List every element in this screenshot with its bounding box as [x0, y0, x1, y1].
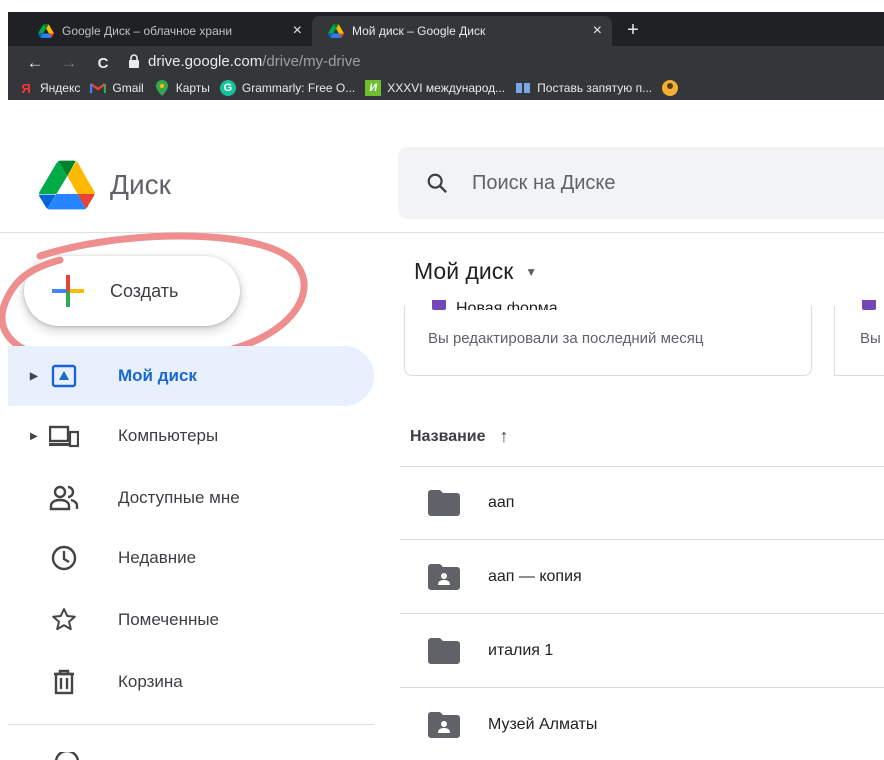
bookmark-label: Grammarly: Free O... [241, 81, 356, 95]
column-header-label: Название [410, 427, 486, 445]
bookmark-conference[interactable]: И XXXVI международ... [365, 80, 505, 96]
file-name: аап — копия [488, 568, 582, 585]
avatar-icon [662, 80, 679, 96]
bookmark-label: XXXVI международ... [387, 81, 506, 95]
expand-caret-icon[interactable]: ▶ [30, 371, 38, 382]
my-drive-icon [48, 360, 80, 392]
page-title-dropdown[interactable]: Мой диск ▼ [414, 258, 537, 285]
letter-i-icon: И [365, 80, 382, 96]
trash-icon [48, 666, 80, 698]
bookmark-label: Карты [175, 81, 210, 95]
cloud-storage-icon [55, 752, 79, 760]
shared-folder-icon [428, 564, 460, 590]
new-tab-button[interactable]: + [620, 16, 646, 44]
sidebar-item-computers[interactable]: ▶ Компьютеры [8, 406, 374, 466]
drive-favicon-icon [38, 24, 54, 38]
forward-arrow-icon[interactable]: → [56, 50, 82, 76]
reload-icon[interactable]: C [90, 50, 116, 76]
search-icon[interactable] [426, 172, 448, 194]
tab-close-icon[interactable]: × [593, 22, 602, 40]
sidebar-item-starred[interactable]: Помеченные [8, 590, 374, 650]
sort-arrow-icon[interactable]: ↑ [500, 426, 509, 447]
bookmark-label: Поставь запятую п... [537, 81, 653, 95]
name-column-header[interactable]: Название ↑ [410, 426, 509, 447]
bookmarks-bar: Я Яндекс Gmail Карты G Grammarly: Free O..… [8, 76, 884, 100]
file-name: Музей Алматы [488, 716, 598, 733]
maps-icon [154, 80, 170, 96]
tab-title: Мой диск – Google Диск [352, 24, 486, 38]
bookmark-yandex[interactable]: Я Яндекс [18, 80, 80, 96]
gmail-icon [90, 80, 107, 96]
create-button[interactable]: Создать [24, 256, 240, 326]
file-name: аап [488, 494, 515, 511]
sidebar-label: Корзина [118, 672, 183, 691]
create-label: Создать [110, 280, 179, 301]
drive-logo-icon [39, 160, 95, 210]
sidebar-item-recent[interactable]: Недавние [8, 528, 374, 588]
sidebar-item-my-drive[interactable]: ▶ Мой диск [8, 346, 374, 406]
header-divider [0, 232, 884, 233]
screen: Google Диск – облачное храни × Мой диск … [0, 0, 884, 760]
dropdown-arrow-icon: ▼ [525, 264, 538, 279]
tab-strip: Google Диск – облачное храни × Мой диск … [8, 12, 884, 46]
search-box[interactable]: Поиск на Диске [398, 147, 884, 219]
sidebar-item-shared[interactable]: Доступные мне [8, 468, 374, 528]
bookmark-maps[interactable]: Карты [154, 80, 210, 96]
shared-folder-icon [428, 712, 460, 738]
bookmark-zapyataya[interactable]: Поставь запятую п... [515, 80, 652, 96]
tab-my-drive[interactable]: Мой диск – Google Диск × [312, 16, 612, 46]
sidebar-label: Доступные мне [118, 488, 240, 507]
book-icon [515, 80, 531, 96]
sidebar-label: Мой диск [118, 366, 197, 385]
folder-icon [428, 490, 460, 516]
lock-icon [129, 54, 139, 68]
file-name: италия 1 [488, 642, 554, 659]
sidebar-divider [8, 724, 374, 725]
tab-close-icon[interactable]: × [293, 22, 302, 40]
drive-favicon-icon [328, 24, 344, 38]
sidebar-item-trash[interactable]: Корзина [8, 652, 374, 712]
sidebar-label: Компьютеры [118, 426, 219, 445]
page-title: Мой диск [414, 258, 514, 284]
brand-name: Диск [110, 169, 171, 200]
yandex-icon: Я [21, 80, 31, 96]
shared-icon [48, 482, 80, 514]
tab-google-drive-home[interactable]: Google Диск – облачное храни × [22, 16, 312, 46]
back-arrow-icon[interactable]: ← [22, 50, 48, 76]
grammarly-icon: G [219, 80, 236, 96]
folder-icon [428, 638, 460, 664]
url-path: /drive/my-drive [262, 52, 361, 70]
clock-icon [48, 542, 80, 574]
search-input[interactable]: Поиск на Диске [472, 172, 616, 195]
sidebar-label: Помеченные [118, 610, 220, 629]
star-icon [48, 604, 80, 636]
suggested-file-activity: Вы редактировали за последний месяц [428, 330, 704, 347]
bookmark-more[interactable] [662, 80, 684, 96]
bookmark-gmail[interactable]: Gmail [90, 80, 144, 96]
file-row[interactable]: Музей Алматы [400, 689, 884, 760]
bookmark-grammarly[interactable]: G Grammarly: Free O... [219, 80, 356, 96]
computers-icon [48, 420, 80, 452]
sidebar-label: Недавние [118, 548, 197, 567]
address-bar[interactable]: drive.google.com/drive/my-drive [128, 46, 884, 76]
browser-toolbar: ← → C drive.google.com/drive/my-drive ЯЯ… [8, 46, 884, 100]
suggested-file-activity: Вы [860, 330, 881, 347]
drive-logo[interactable]: Диск [38, 160, 171, 210]
bookmark-label: Gmail [112, 81, 144, 95]
plus-icon [52, 275, 84, 307]
file-row[interactable]: италия 1 [400, 615, 884, 688]
file-row[interactable]: аап — копия [400, 541, 884, 614]
expand-caret-icon[interactable]: ▶ [30, 431, 38, 442]
url-host: drive.google.com [148, 52, 263, 70]
bookmark-label: Яндекс [40, 81, 81, 95]
tab-title: Google Диск – облачное храни [62, 24, 233, 38]
file-row[interactable]: аап [400, 467, 884, 540]
